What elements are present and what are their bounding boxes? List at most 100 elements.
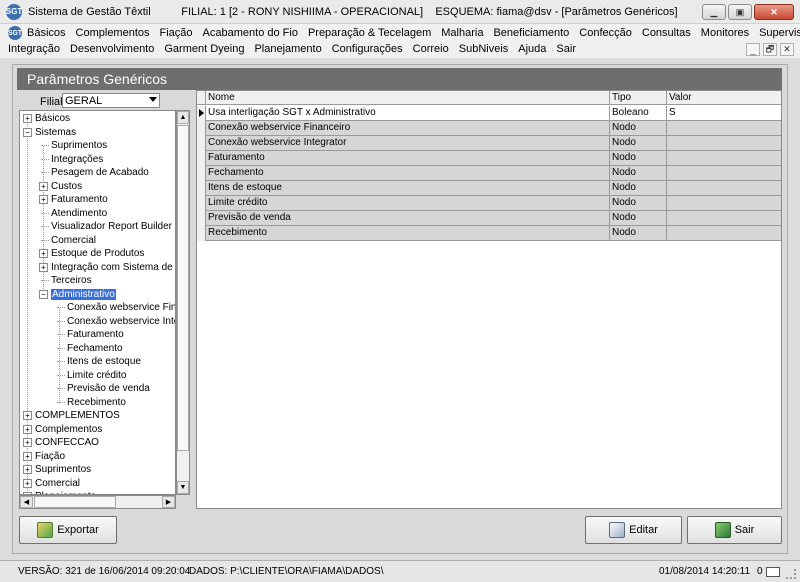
tree-node[interactable]: Suprimentos xyxy=(41,139,107,152)
cell-tipo[interactable]: Nodo xyxy=(610,136,667,151)
table-row[interactable]: Conexão webservice Financeiro Nodo xyxy=(197,121,781,136)
table-row[interactable]: Faturamento Nodo xyxy=(197,151,781,166)
menu-item-desenvolvimento[interactable]: Desenvolvimento xyxy=(70,43,154,55)
resize-grip-icon[interactable] xyxy=(786,569,796,579)
column-header-tipo[interactable]: Tipo xyxy=(610,91,667,105)
menu-item-acabamento-do-fio[interactable]: Acabamento do Fio xyxy=(203,27,298,39)
mdi-close-button[interactable]: ✕ xyxy=(780,43,794,56)
collapse-icon[interactable]: − xyxy=(39,289,48,299)
cell-valor[interactable] xyxy=(667,151,781,166)
export-button[interactable]: Exportar xyxy=(19,516,117,544)
expand-icon[interactable]: + xyxy=(39,262,48,272)
cell-tipo[interactable]: Nodo xyxy=(610,226,667,241)
row-indicator[interactable] xyxy=(197,166,206,181)
menu-item-supervis-o[interactable]: Supervisão xyxy=(759,27,800,39)
tree-node[interactable]: + Suprimentos xyxy=(23,463,91,476)
collapse-icon[interactable]: − xyxy=(23,127,32,137)
tree-node[interactable]: Integrações xyxy=(41,153,103,166)
cell-valor[interactable]: S xyxy=(667,106,781,121)
tree-node[interactable]: + Estoque de Produtos xyxy=(39,247,144,260)
mail-icon[interactable] xyxy=(766,567,780,577)
row-indicator[interactable] xyxy=(197,136,206,151)
cell-valor[interactable] xyxy=(667,226,781,241)
table-row[interactable]: Limite crédito Nodo xyxy=(197,196,781,211)
tree-node[interactable]: Terceiros xyxy=(41,274,92,287)
menu-item-integra-o[interactable]: Integração xyxy=(8,43,60,55)
tree-node[interactable]: +Integração com Sistema de Bal xyxy=(39,261,175,274)
cell-tipo[interactable]: Nodo xyxy=(610,121,667,136)
menu-item-fia-o[interactable]: Fiação xyxy=(160,27,193,39)
tree-vertical-scrollbar[interactable]: ▲ ▼ xyxy=(176,110,190,495)
expand-icon[interactable]: + xyxy=(23,478,32,488)
cell-tipo[interactable]: Nodo xyxy=(610,196,667,211)
row-indicator[interactable] xyxy=(197,181,206,196)
menu-item-consultas[interactable]: Consultas xyxy=(642,27,691,39)
expand-icon[interactable]: + xyxy=(39,181,48,191)
cell-valor[interactable] xyxy=(667,196,781,211)
menu-item-prepara-o-tecelagem[interactable]: Preparação & Tecelagem xyxy=(308,27,431,39)
menu-item-configura-es[interactable]: Configurações xyxy=(332,43,403,55)
table-row[interactable]: Usa interligação SGT x Administrativo Bol… xyxy=(197,106,781,121)
scroll-down-icon[interactable]: ▼ xyxy=(177,481,189,494)
mdi-minimize-button[interactable]: _ xyxy=(746,43,760,56)
edit-button[interactable]: Editar xyxy=(585,516,682,544)
cell-nome[interactable]: Limite crédito xyxy=(206,196,610,211)
menu-item-planejamento[interactable]: Planejamento xyxy=(254,43,321,55)
expand-icon[interactable]: + xyxy=(23,438,32,447)
cell-valor[interactable] xyxy=(667,181,781,196)
tree-node[interactable]: + COMPLEMENTOS xyxy=(23,409,120,422)
expand-icon[interactable]: + xyxy=(39,249,48,258)
menu-item-beneficiamento[interactable]: Beneficiamento xyxy=(493,27,569,39)
cell-tipo[interactable]: Nodo xyxy=(610,211,667,226)
cell-tipo[interactable]: Boleano xyxy=(610,106,667,121)
exit-button[interactable]: Sair xyxy=(687,516,782,544)
close-button[interactable]: ✕ xyxy=(754,4,794,20)
tree-node[interactable]: Previsão de venda xyxy=(57,382,150,395)
expand-icon[interactable]: + xyxy=(39,195,48,204)
parameter-tree[interactable]: + Básicos − Sistemas Suprimentos Integrações P… xyxy=(19,110,176,495)
row-indicator[interactable] xyxy=(197,121,206,136)
tree-node[interactable]: Visualizador Report Builder xyxy=(41,220,172,233)
row-indicator[interactable] xyxy=(197,211,206,226)
tree-node[interactable]: − Sistemas xyxy=(23,126,76,139)
tree-node[interactable]: + Faturamento xyxy=(39,193,108,206)
cell-tipo[interactable]: Nodo xyxy=(610,166,667,181)
mdi-restore-button[interactable]: 🗗 xyxy=(763,43,777,56)
table-row[interactable]: Previsão de venda Nodo xyxy=(197,211,781,226)
scroll-up-icon[interactable]: ▲ xyxy=(177,111,189,124)
cell-tipo[interactable]: Nodo xyxy=(610,151,667,166)
menu-item-garment-dyeing[interactable]: Garment Dyeing xyxy=(164,43,244,55)
row-indicator[interactable] xyxy=(197,151,206,166)
table-row[interactable]: Recebimento Nodo xyxy=(197,226,781,241)
cell-nome[interactable]: Conexão webservice Financeiro xyxy=(206,121,610,136)
tree-node[interactable]: Fechamento xyxy=(57,342,123,355)
scroll-left-icon[interactable]: ◀ xyxy=(20,496,33,508)
scroll-thumb[interactable] xyxy=(177,125,189,451)
cell-nome[interactable]: Usa interligação SGT x Administrativo xyxy=(206,106,610,121)
menu-item-ajuda[interactable]: Ajuda xyxy=(518,43,546,55)
tree-node[interactable]: Limite crédito xyxy=(57,369,126,382)
tree-node[interactable]: Itens de estoque xyxy=(57,355,141,368)
tree-node[interactable]: + Comercial xyxy=(23,477,80,490)
tree-node[interactable]: + Fiação xyxy=(23,450,65,463)
tree-node[interactable]: Conexão webservice Finan xyxy=(57,301,175,314)
scroll-right-icon[interactable]: ▶ xyxy=(162,496,175,508)
minimize-button[interactable]: ▁ xyxy=(702,4,726,20)
expand-icon[interactable]: + xyxy=(23,114,32,123)
cell-valor[interactable] xyxy=(667,121,781,136)
menu-item-b-sicos[interactable]: Básicos xyxy=(27,27,66,39)
filial-select[interactable]: GERAL xyxy=(62,93,160,108)
menu-item-correio[interactable]: Correio xyxy=(413,43,449,55)
tree-node[interactable]: + Básicos xyxy=(23,112,70,125)
table-row[interactable]: Fechamento Nodo xyxy=(197,166,781,181)
menu-item-malharia[interactable]: Malharia xyxy=(441,27,483,39)
tree-horizontal-scrollbar[interactable]: ◀ ▶ xyxy=(19,495,176,509)
expand-icon[interactable]: + xyxy=(23,451,32,461)
table-row[interactable]: Itens de estoque Nodo xyxy=(197,181,781,196)
menu-item-confec-o[interactable]: Confecção xyxy=(579,27,632,39)
tree-node[interactable]: Pesagem de Acabado xyxy=(41,166,149,179)
tree-node[interactable]: Atendimento xyxy=(41,207,107,220)
tree-node[interactable]: + Complementos xyxy=(23,423,102,436)
expand-icon[interactable]: + xyxy=(23,424,32,434)
expand-icon[interactable]: + xyxy=(23,465,32,474)
